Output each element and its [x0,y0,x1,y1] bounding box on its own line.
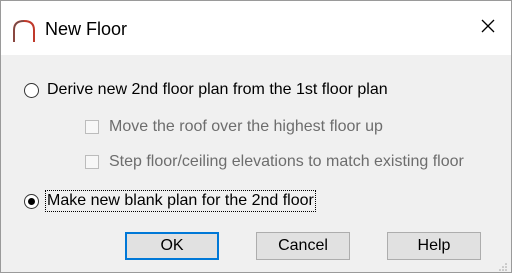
checkbox-box[interactable] [85,155,99,169]
floor-arch-icon [11,18,37,44]
radio-button-selected[interactable] [24,193,39,209]
dialog-title: New Floor [45,19,128,39]
move-roof-checkbox[interactable]: Move the roof over the highest floor up [85,118,383,136]
ok-button[interactable]: OK [125,232,219,260]
cancel-button[interactable]: Cancel [256,232,350,260]
move-roof-label: Move the roof over the highest floor up [109,118,383,135]
title-bar: New Floor [1,1,511,55]
close-icon [480,18,496,39]
new-floor-dialog: New Floor Derive new 2nd floor plan from… [0,0,512,273]
checkbox-box[interactable] [85,120,99,134]
step-floor-label: Step floor/ceiling elevations to match e… [109,153,464,170]
radio-button-unselected[interactable] [24,82,39,98]
dialog-body: Derive new 2nd floor plan from the 1st f… [1,55,511,272]
derive-plan-radio[interactable]: Derive new 2nd floor plan from the 1st f… [24,81,388,99]
blank-plan-radio[interactable]: Make new blank plan for the 2nd floor [24,190,316,212]
derive-plan-label: Derive new 2nd floor plan from the 1st f… [47,81,388,98]
step-floor-checkbox[interactable]: Step floor/ceiling elevations to match e… [85,153,464,171]
close-button[interactable] [465,1,511,55]
resize-grip-icon[interactable] [498,259,508,271]
radio-dot [28,197,35,205]
help-button[interactable]: Help [387,232,481,260]
blank-plan-label: Make new blank plan for the 2nd floor [45,190,316,212]
